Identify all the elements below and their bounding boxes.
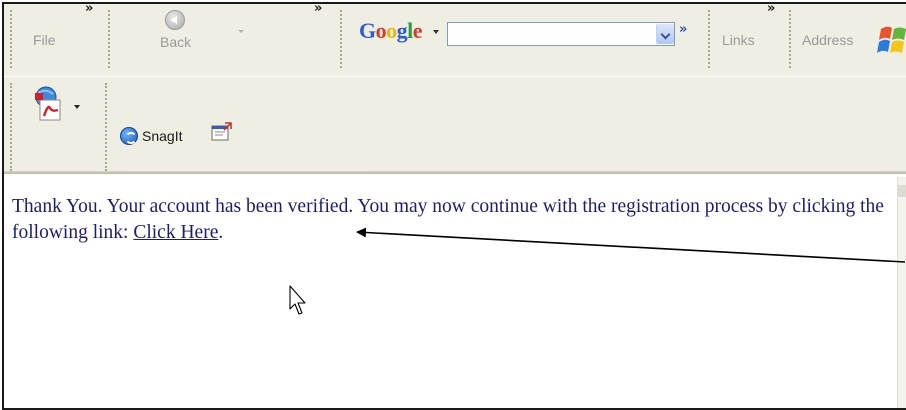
address-label[interactable]: Address	[802, 32, 853, 48]
toolbar-grip[interactable]	[340, 10, 343, 68]
browser-window: File » Back » Google » Links » Address S…	[2, 2, 906, 410]
google-search-input[interactable]	[447, 22, 675, 46]
back-button[interactable]: Back	[160, 34, 191, 50]
double-chevron-right-icon[interactable]: »	[679, 22, 687, 37]
toolbar-grip[interactable]	[789, 10, 792, 68]
acrobat-dropdown-icon[interactable]	[74, 105, 80, 109]
snagit-icon[interactable]	[120, 127, 138, 145]
toolbar-grip[interactable]	[108, 10, 111, 68]
links-toolbar	[4, 76, 906, 174]
capture-icon[interactable]	[211, 121, 233, 143]
click-here-link[interactable]: Click Here	[133, 222, 218, 243]
toolbar-grip[interactable]	[708, 10, 711, 68]
toolbar-grip[interactable]	[105, 83, 108, 171]
toolbar-grip[interactable]	[10, 83, 13, 171]
chevron-down-icon[interactable]	[656, 24, 674, 44]
message-period: .	[218, 222, 224, 243]
windows-logo-icon	[877, 26, 906, 53]
menu-toolbar: File » Back » Google » Links » Address	[4, 4, 906, 76]
back-dropdown-icon[interactable]	[238, 30, 244, 33]
back-arrow-icon[interactable]	[165, 10, 185, 30]
links-menu[interactable]: Links	[722, 32, 755, 48]
scroll-up-button[interactable]	[898, 185, 906, 197]
vertical-scrollbar[interactable]	[897, 177, 906, 408]
snagit-button[interactable]: SnagIt	[142, 128, 182, 144]
file-menu[interactable]: File	[33, 32, 56, 48]
acrobat-pdf-icon[interactable]	[32, 84, 64, 122]
links-overflow-chevron[interactable]: »	[767, 4, 776, 16]
verification-message: Thank You. Your account has been verifie…	[12, 194, 892, 246]
google-logo[interactable]: Google	[359, 18, 423, 44]
toolbar-grip[interactable]	[10, 10, 13, 68]
menu-overflow-chevron[interactable]: »	[85, 4, 94, 16]
nav-overflow-chevron[interactable]: »	[314, 4, 323, 16]
google-menu-dropdown-icon[interactable]	[433, 30, 439, 34]
